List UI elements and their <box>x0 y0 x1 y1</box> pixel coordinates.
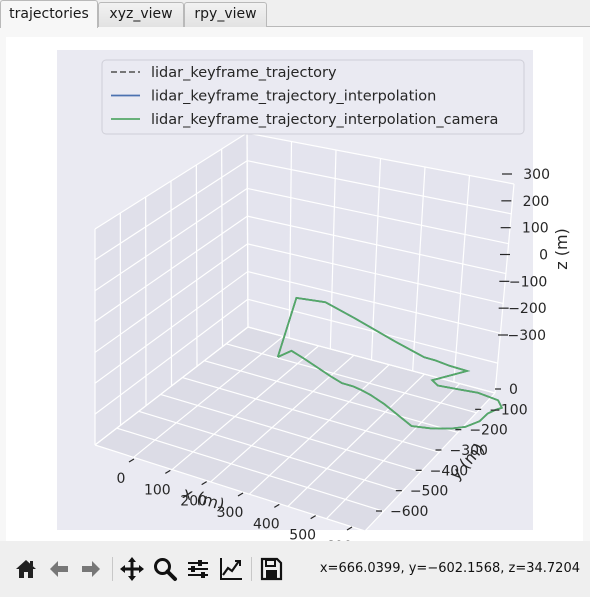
back-button[interactable] <box>45 555 73 583</box>
home-icon <box>16 560 36 578</box>
zoom-button[interactable] <box>151 555 179 583</box>
pan-icon <box>120 557 144 581</box>
cursor-coordinates: x=666.0399, y=−602.1568, z=34.7204 <box>319 561 580 576</box>
trajectory-3d-plot[interactable]: 0100200300400500600x (m)0−100−200−300−40… <box>6 37 583 543</box>
z-tick-label: 200 <box>523 194 550 210</box>
toolbar-separator <box>251 557 252 581</box>
grid-line <box>221 148 224 347</box>
forward-button[interactable] <box>77 555 105 583</box>
tab-xyz-view[interactable]: xyz_view <box>98 2 184 27</box>
y-tick-label: −200 <box>469 423 507 439</box>
tab-rpy-view[interactable]: rpy_view <box>184 2 267 27</box>
home-button[interactable] <box>12 555 40 583</box>
edit-axis-button[interactable] <box>217 555 245 583</box>
grid-line <box>195 164 198 367</box>
pan-button[interactable] <box>118 555 146 583</box>
z-tick-label: −200 <box>508 301 546 317</box>
y-tick-label: −600 <box>390 504 428 520</box>
tab-trajectories[interactable]: trajectories <box>0 0 98 28</box>
y-tick-label: 0 <box>509 382 518 398</box>
configure-subplots-icon <box>188 560 208 578</box>
zoom-icon <box>154 558 177 581</box>
z-tick-label: 300 <box>523 167 550 183</box>
figure-canvas[interactable]: 0100200300400500600x (m)0−100−200−300−40… <box>6 37 583 543</box>
navigation-toolbar: x=666.0399, y=−602.1568, z=34.7204 <box>0 541 590 597</box>
legend-label: lidar_keyframe_trajectory_interpolation <box>151 89 436 105</box>
x-tick-label: 400 <box>253 516 280 532</box>
z-axis-label: z (m) <box>552 228 571 270</box>
configure-subplots-button[interactable] <box>184 555 212 583</box>
save-button[interactable] <box>257 555 285 583</box>
z-tick-label: −300 <box>508 328 546 344</box>
x-tick-label: 0 <box>117 471 126 487</box>
y-tick-label: −100 <box>489 402 527 418</box>
tab-bar: trajectories xyz_view rpy_view <box>0 0 590 28</box>
z-tick-label: 0 <box>539 248 548 264</box>
toolbar-separator <box>112 557 113 581</box>
back-arrow-icon <box>50 561 68 577</box>
grid-line <box>170 180 173 387</box>
legend-label: lidar_keyframe_trajectory <box>151 65 337 81</box>
z-tick-label: −100 <box>509 274 547 290</box>
z-tick-label: 100 <box>522 221 549 237</box>
save-icon <box>260 557 283 581</box>
y-tick-label: −500 <box>410 484 448 500</box>
forward-arrow-icon <box>82 561 100 577</box>
legend-label: lidar_keyframe_trajectory_interpolation_… <box>151 112 498 128</box>
edit-axis-icon <box>220 558 242 580</box>
tab-panel: 0100200300400500600x (m)0−100−200−300−40… <box>0 27 590 543</box>
x-tick-label: 100 <box>144 482 171 498</box>
